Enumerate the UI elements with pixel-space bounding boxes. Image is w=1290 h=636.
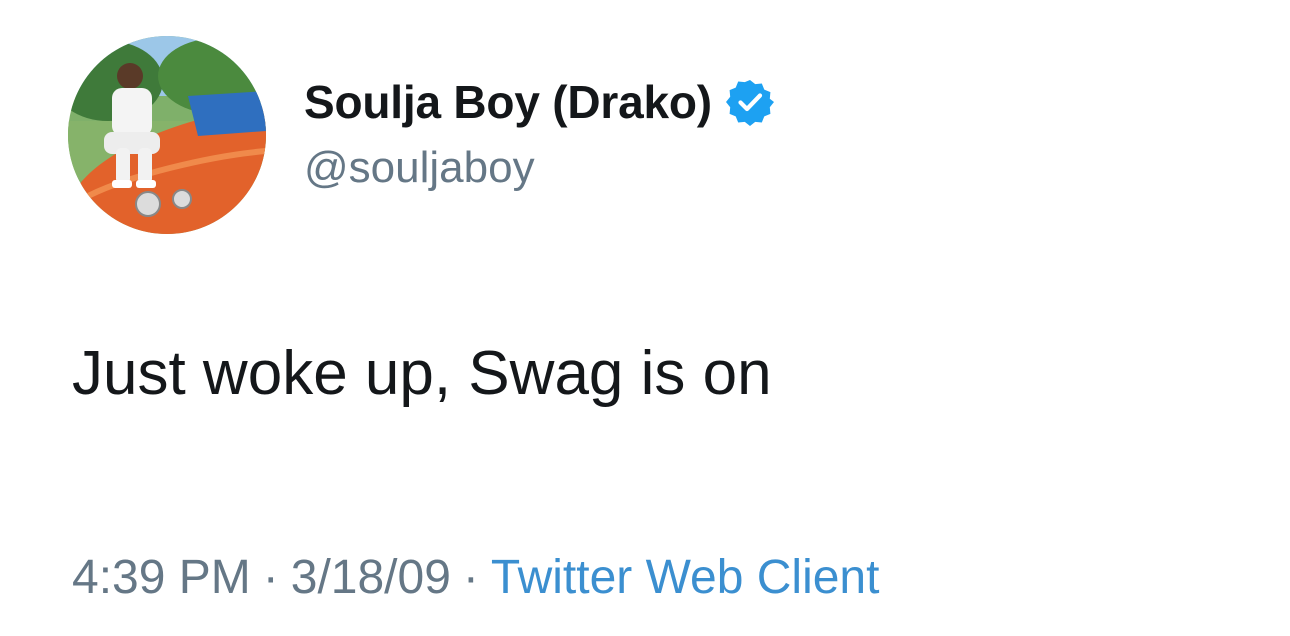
meta-separator: · (462, 551, 479, 604)
tweet-text: Just woke up, Swag is on (72, 339, 772, 408)
avatar[interactable] (68, 36, 266, 234)
verified-badge-icon (725, 78, 774, 126)
meta-separator: · (262, 551, 279, 604)
author-name-row: Soulja Boy (Drako) (304, 72, 774, 132)
tweet-time[interactable]: 4:39 PM (72, 551, 251, 604)
author-display-name[interactable]: Soulja Boy (Drako) (304, 75, 712, 129)
tweet-meta: 4:39 PM · 3/18/09 · Twitter Web Client (72, 548, 879, 608)
tweet-card: Soulja Boy (Drako) @souljaboy Just woke … (0, 0, 1290, 636)
avatar-photo (68, 36, 266, 234)
author-handle[interactable]: @souljaboy (304, 143, 535, 193)
tweet-source-link[interactable]: Twitter Web Client (491, 551, 880, 604)
tweet-date[interactable]: 3/18/09 (291, 551, 451, 604)
